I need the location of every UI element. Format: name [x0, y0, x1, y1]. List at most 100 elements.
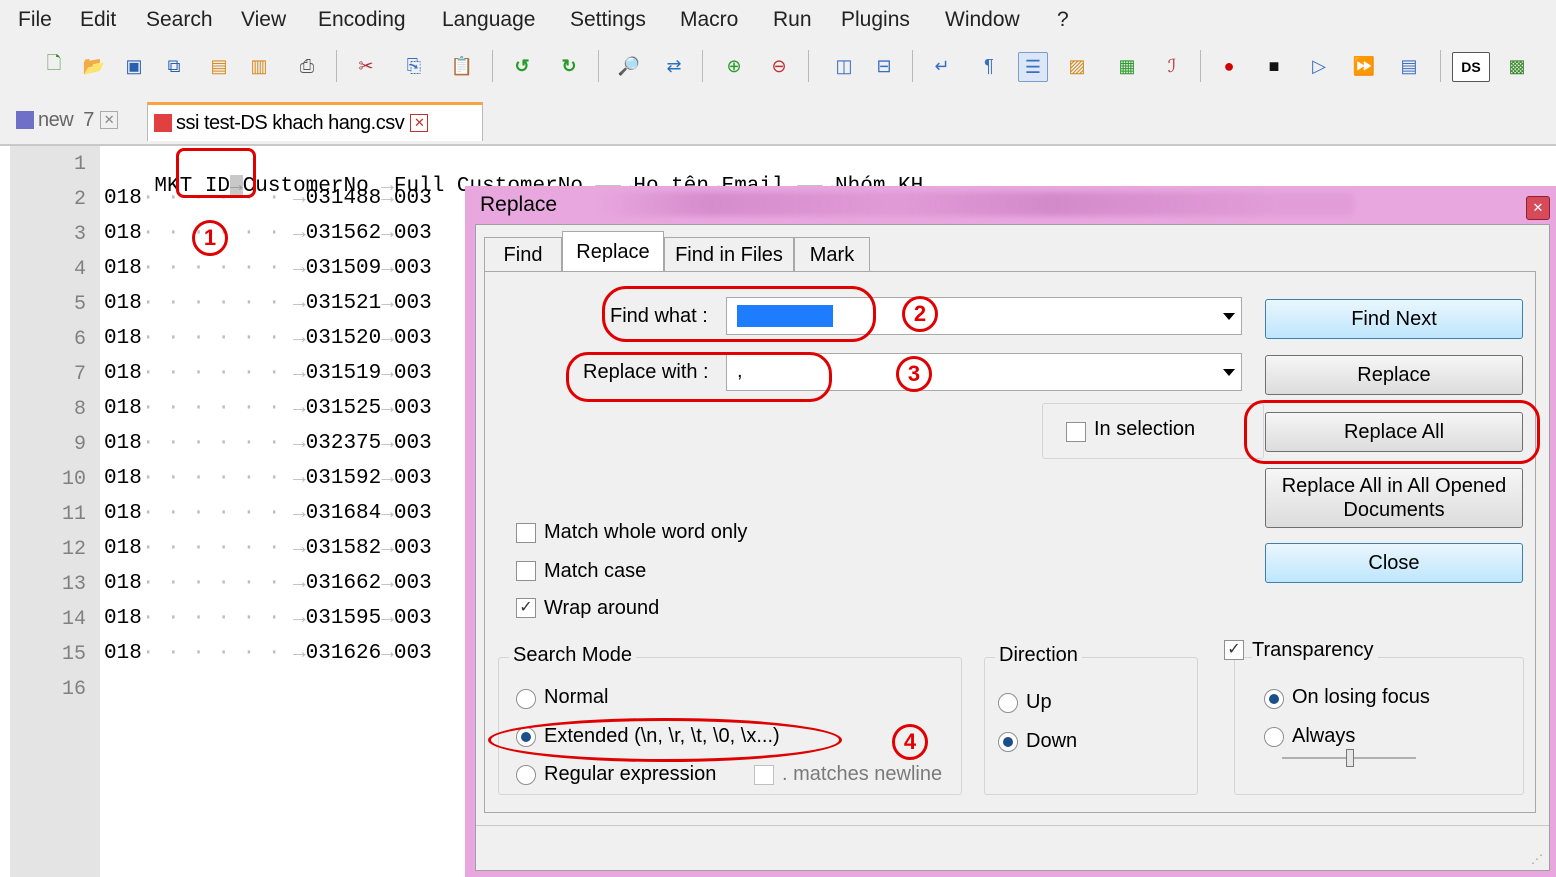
match-case-checkbox[interactable]	[516, 561, 536, 581]
line-number: 8	[73, 398, 86, 421]
menu-run[interactable]: Run	[773, 8, 812, 32]
sync-h-icon[interactable]: ⊟	[870, 52, 898, 80]
replace-all-opened-button[interactable]: Replace All in All Opened Documents	[1265, 468, 1523, 528]
menu-search[interactable]: Search	[146, 8, 213, 32]
menu-view[interactable]: View	[241, 8, 286, 32]
annotation-replace-all	[1244, 400, 1540, 464]
indent-guide-icon[interactable]: ☰	[1018, 52, 1048, 82]
save-macro-icon[interactable]: ▤	[1395, 52, 1423, 80]
tab-marker: →	[381, 327, 394, 350]
ds-icon[interactable]: DS	[1452, 52, 1490, 82]
tab-find[interactable]: Find	[484, 237, 562, 272]
chevron-down-icon[interactable]	[1223, 313, 1235, 320]
menu-plugins[interactable]: Plugins	[841, 8, 910, 32]
up-radio[interactable]	[998, 693, 1018, 713]
match-whole-word-label: Match whole word only	[544, 521, 748, 543]
matches-newline-label: . matches newline	[782, 763, 943, 785]
code-cell: 031488	[305, 187, 382, 210]
menu-window[interactable]: Window	[945, 8, 1020, 32]
code-cell: 018	[104, 257, 142, 280]
always-radio[interactable]	[1264, 727, 1284, 747]
run-macro-multiple-icon[interactable]: ⏩	[1350, 52, 1378, 80]
code-cell: 003	[393, 537, 432, 560]
find-icon[interactable]: 🔎	[615, 52, 643, 80]
close-all-icon[interactable]: ▥	[245, 52, 273, 80]
transparency-checkbox[interactable]: ✓	[1224, 640, 1244, 660]
code-cell: 003	[393, 292, 432, 315]
tab-marker: →	[381, 607, 394, 630]
tab-find-in-files[interactable]: Find in Files	[664, 237, 794, 272]
up-label: Up	[1026, 691, 1052, 713]
paste-icon[interactable]: 📋	[448, 52, 476, 80]
menu-edit[interactable]: Edit	[80, 8, 116, 32]
print-icon[interactable]: ⎙	[293, 52, 321, 80]
chevron-down-icon[interactable]	[1223, 369, 1235, 376]
save-status-icon	[154, 114, 172, 132]
zoom-out-icon[interactable]: ⊖	[765, 52, 793, 80]
menu-encoding[interactable]: Encoding	[318, 8, 406, 32]
in-selection-checkbox[interactable]	[1066, 422, 1086, 442]
menu-settings[interactable]: Settings	[570, 8, 646, 32]
close-icon[interactable]: ✕	[410, 114, 429, 132]
whitespace-marker: · · · · · · →	[141, 467, 306, 490]
new-file-icon[interactable]: 🗋	[40, 52, 68, 80]
code-cell: 003	[393, 607, 432, 630]
save-icon[interactable]: ▣	[120, 52, 148, 80]
close-icon[interactable]: ▤	[205, 52, 233, 80]
wrap-around-checkbox[interactable]: ✓	[516, 598, 536, 618]
blurred-title-area	[595, 192, 1355, 216]
resize-grip-icon[interactable]: ⋰	[1531, 852, 1543, 866]
redo-icon[interactable]: ↻	[555, 52, 583, 80]
code-cell: 018	[104, 187, 142, 210]
wrap-around-label: Wrap around	[544, 597, 660, 619]
plugin-icon[interactable]: ▩	[1503, 52, 1531, 80]
find-next-button[interactable]: Find Next	[1265, 299, 1523, 339]
code-cell: 031519	[305, 362, 382, 385]
stop-macro-icon[interactable]: ■	[1260, 52, 1288, 80]
line-number: 13	[61, 573, 86, 596]
regex-radio[interactable]	[516, 765, 536, 785]
code-cell: 003	[393, 642, 432, 665]
on-losing-focus-radio[interactable]	[1264, 689, 1284, 709]
undo-icon[interactable]: ↺	[508, 52, 536, 80]
close-icon[interactable]: ✕	[1526, 196, 1550, 220]
match-whole-word-checkbox[interactable]	[516, 523, 536, 543]
menu-macro[interactable]: Macro	[680, 8, 738, 32]
tab-ssi-test-csv[interactable]: ssi test-DS khach hang.csv ✕	[147, 102, 483, 141]
zoom-in-icon[interactable]: ⊕	[720, 52, 748, 80]
code-cell: 018	[104, 537, 142, 560]
tab-marker: →	[381, 187, 394, 210]
whitespace-marker: · · · · · · →	[141, 502, 306, 525]
replace-button[interactable]: Replace	[1265, 355, 1523, 395]
code-cell: 003	[393, 432, 432, 455]
close-button[interactable]: Close	[1265, 543, 1523, 583]
menu-help[interactable]: ?	[1057, 8, 1069, 32]
transparency-slider-handle[interactable]	[1346, 749, 1354, 767]
folder-workspace-icon[interactable]: ℐ	[1158, 52, 1186, 80]
close-icon[interactable]: ✕	[99, 111, 118, 129]
open-file-icon[interactable]: 📂	[80, 52, 108, 80]
replace-icon[interactable]: ⇄	[660, 52, 688, 80]
matches-newline-checkbox[interactable]	[754, 765, 774, 785]
code-line: 018· · · · · · →031626→003	[104, 642, 432, 665]
show-all-chars-icon[interactable]: ¶	[975, 52, 1003, 80]
line-number: 4	[73, 258, 86, 281]
sync-v-icon[interactable]: ◫	[830, 52, 858, 80]
whitespace-marker: · · · · · · →	[141, 362, 306, 385]
tab-mark[interactable]: Mark	[794, 237, 870, 272]
menu-file[interactable]: File	[18, 8, 52, 32]
down-radio[interactable]	[998, 732, 1018, 752]
copy-icon[interactable]: ⎘	[400, 52, 428, 80]
function-list-icon[interactable]: ▦	[1113, 52, 1141, 80]
record-macro-icon[interactable]: ●	[1215, 52, 1243, 80]
menu-language[interactable]: Language	[442, 8, 535, 32]
normal-radio[interactable]	[516, 689, 536, 709]
wrap-icon[interactable]: ↵	[928, 52, 956, 80]
save-all-icon[interactable]: ⧉	[160, 52, 188, 80]
doc-map-icon[interactable]: ▨	[1063, 52, 1091, 80]
tab-new-7[interactable]: new 7 ✕	[10, 102, 146, 138]
tab-replace[interactable]: Replace	[562, 231, 664, 272]
play-macro-icon[interactable]: ▷	[1305, 52, 1333, 80]
cut-icon[interactable]: ✂	[352, 52, 380, 80]
code-cell: 031582	[305, 537, 382, 560]
